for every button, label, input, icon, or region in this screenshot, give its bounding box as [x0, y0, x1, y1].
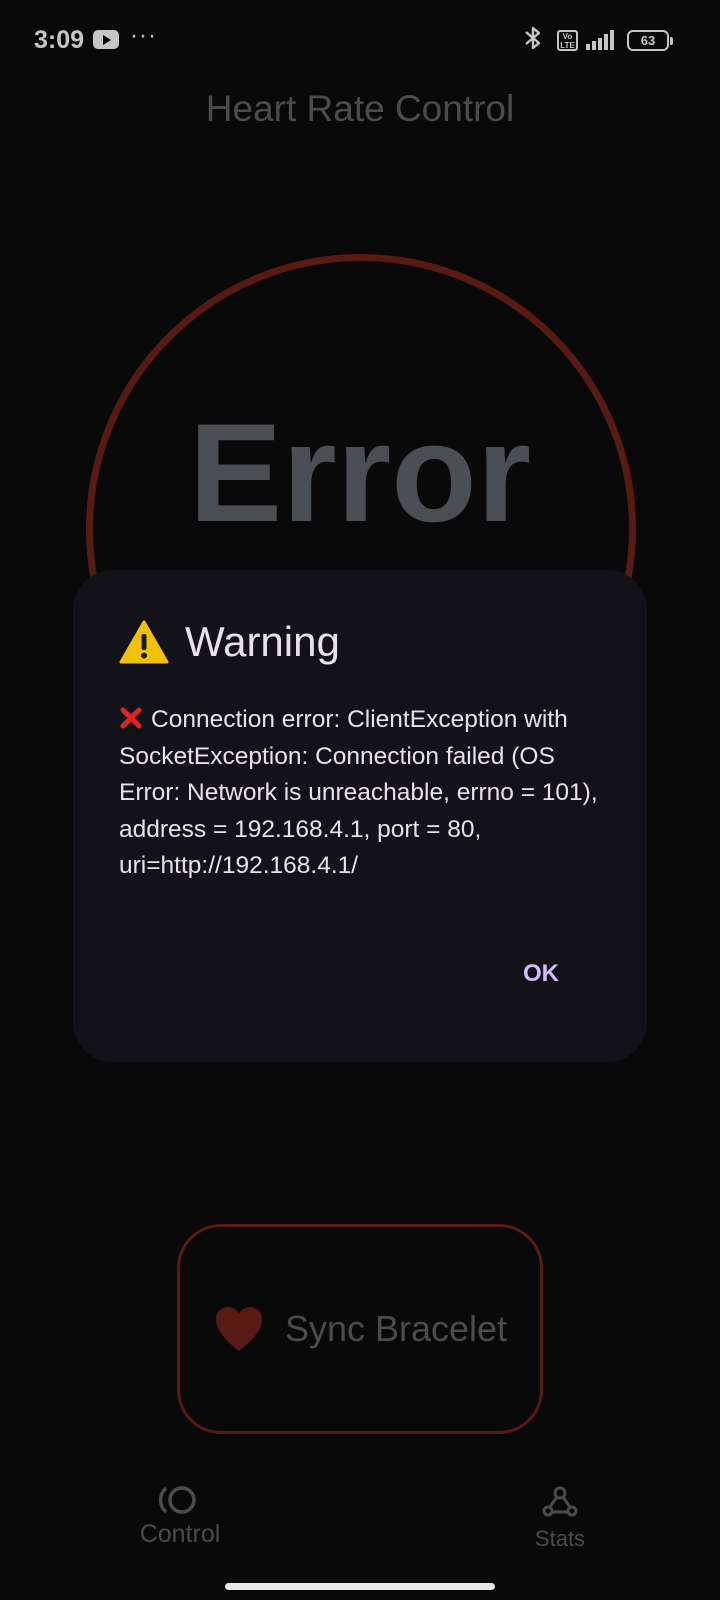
cross-mark-icon [120, 707, 142, 729]
warning-icon [119, 620, 169, 664]
warning-dialog: Warning Connection error: ClientExceptio… [73, 570, 647, 1062]
dialog-message-text: Connection error: ClientException with S… [119, 706, 598, 879]
home-indicator[interactable] [225, 1583, 495, 1590]
dialog-title: Warning [119, 618, 340, 666]
dialog-title-text: Warning [185, 618, 340, 665]
dialog-message: Connection error: ClientException with S… [119, 702, 619, 885]
ok-button[interactable]: OK [517, 956, 565, 992]
